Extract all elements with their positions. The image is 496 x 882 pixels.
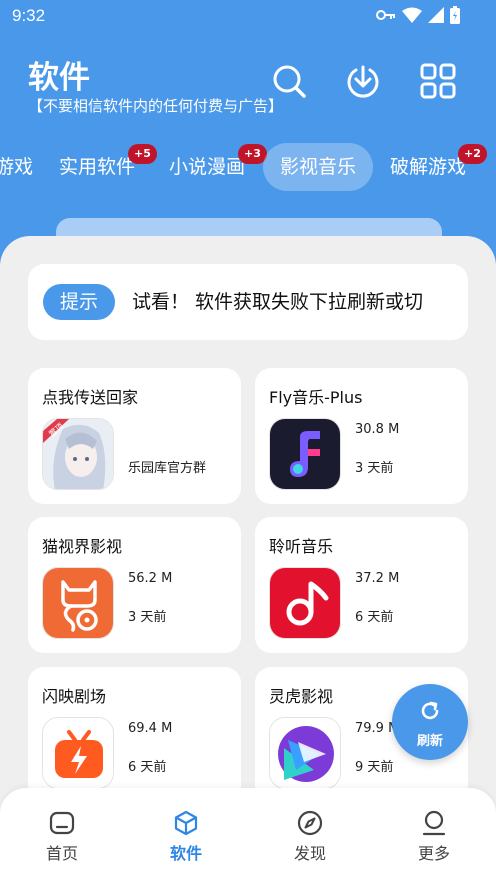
refresh-label: 刷新 [416, 734, 443, 749]
person-icon [422, 810, 446, 836]
app-name: 猫视界影视 [42, 537, 123, 556]
tab-badge: +5 [128, 144, 157, 164]
app-name: 灵虎影视 [269, 687, 334, 706]
tab-label: 破解游戏 [389, 156, 466, 178]
tab-utility-software[interactable]: 实用软件 [56, 143, 138, 191]
key-icon [376, 10, 395, 20]
tab-games[interactable]: 游戏 [0, 143, 42, 191]
nav-label: 软件 [169, 844, 202, 863]
home-icon [49, 811, 75, 835]
cat-video-icon [42, 567, 114, 639]
tab-video-music[interactable]: 影视音乐 [263, 143, 373, 191]
app-size: 56.2 M [128, 571, 173, 586]
app-size: 30.8 M [355, 422, 400, 437]
app-card[interactable]: Fly音乐-Plus 30.8 M 3 天前 [255, 368, 468, 504]
nav-label: 更多 [417, 844, 450, 863]
compass-icon [297, 810, 323, 836]
status-time: 9:32 [12, 6, 46, 25]
download-icon [347, 65, 379, 98]
music-note-icon [269, 567, 341, 639]
tab-badge: +2 [458, 144, 487, 164]
app-name: 点我传送回家 [42, 388, 139, 407]
nav-label: 首页 [45, 844, 78, 863]
search-button[interactable] [270, 62, 308, 100]
refresh-icon [421, 701, 439, 720]
app-date: 6 天前 [355, 610, 394, 625]
app-name: 闪映剧场 [42, 687, 107, 706]
status-bar: 9:32 [0, 0, 496, 34]
box-icon [174, 810, 198, 836]
app-date: 9 天前 [355, 760, 394, 775]
search-icon [273, 65, 306, 98]
tab-label: 小说漫画 [168, 156, 245, 178]
tab-cracked-games[interactable]: 破解游戏 [387, 143, 469, 191]
app-name: 聆听音乐 [269, 537, 334, 556]
app-size: 69.4 M [128, 721, 173, 736]
wifi-icon [402, 7, 422, 23]
battery-icon [450, 6, 460, 24]
app-date: 3 天前 [355, 461, 394, 476]
nav-discover[interactable]: 发现 [270, 810, 350, 870]
tab-novels-comics[interactable]: 小说漫画 [166, 143, 248, 191]
tab-label: 游戏 [0, 156, 33, 178]
anime-girl-icon: 置顶 [42, 418, 114, 490]
page-subtitle: 【不要相信软件内的任何付费与广告】 [28, 97, 284, 115]
app-card[interactable]: 闪映剧场 69.4 M 6 天前 [28, 667, 241, 803]
category-tabs: 游戏 实用软件 +5 小说漫画 +3 影视音乐 破解游戏 +2 [0, 140, 496, 194]
app-size: 37.2 M [355, 571, 400, 586]
app-date: 3 天前 [128, 610, 167, 625]
nav-home[interactable]: 首页 [22, 810, 102, 870]
bottom-nav: 首页 软件 发现 更多 [0, 788, 496, 882]
refresh-button[interactable]: 刷新 [392, 684, 468, 760]
nav-software[interactable]: 软件 [146, 810, 226, 870]
tab-label: 影视音乐 [279, 156, 356, 178]
app-note: 乐园库官方群 [128, 461, 207, 476]
tab-label: 实用软件 [58, 156, 135, 178]
tv-flash-icon [42, 717, 114, 789]
fly-music-icon [269, 418, 341, 490]
notice-banner: 提示 试看！ 软件获取失败下拉刷新或切 [28, 264, 468, 340]
notice-text: 试看！ 软件获取失败下拉刷新或切 [132, 291, 424, 313]
notice-tag: 提示 [43, 284, 115, 320]
app-card[interactable]: 猫视界影视 56.2 M 3 天前 [28, 517, 241, 653]
nav-label: 发现 [293, 844, 326, 863]
app-card[interactable]: 点我传送回家 置顶 乐园库官方群 [28, 368, 241, 504]
grid-icon [420, 63, 456, 99]
app-name: Fly音乐-Plus [269, 388, 363, 407]
play-layers-icon [269, 717, 341, 789]
download-button[interactable] [344, 62, 382, 100]
page-title: 软件 [28, 60, 90, 96]
nav-more[interactable]: 更多 [394, 810, 474, 870]
status-icons [376, 6, 460, 24]
app-date: 6 天前 [128, 760, 167, 775]
signal-icon [428, 7, 444, 23]
category-grid-button[interactable] [419, 62, 457, 100]
app-card[interactable]: 聆听音乐 37.2 M 6 天前 [255, 517, 468, 653]
